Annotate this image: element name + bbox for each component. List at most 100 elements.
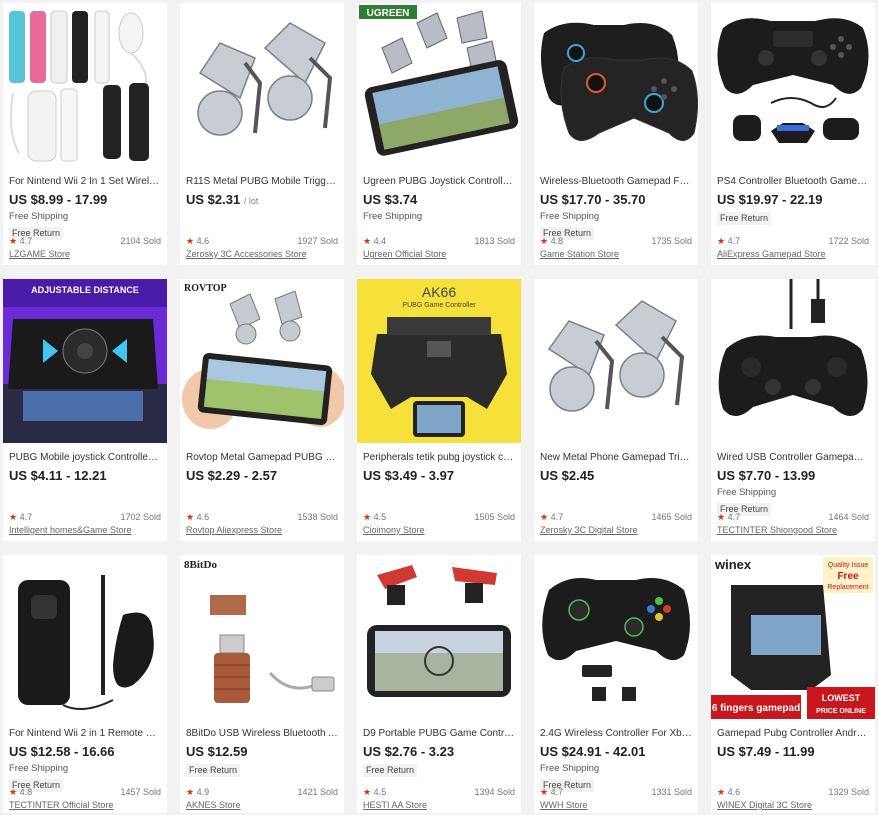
sold-count: 1735 Sold [651, 236, 692, 246]
product-card[interactable]: 8BitDo 8BitDo USB Wireless Bluetooth Ada… [180, 555, 344, 813]
product-title[interactable]: For Nintend Wii 2 in 1 Remote Game Contr… [9, 727, 161, 740]
rating-row: ★ 4.7 1465 Sold [540, 512, 692, 523]
rating-row: ★ 4.7 1331 Sold [540, 787, 692, 798]
store-link[interactable]: AKNES Store [186, 800, 338, 810]
rating-row: ★ 4.5 1394 Sold [363, 787, 515, 798]
product-title[interactable]: Wired USB Controller Gamepad For PC [717, 451, 869, 464]
product-title[interactable]: Peripherals tetik pubg joystick controll… [363, 451, 515, 464]
store-link[interactable]: HESTI AA Store [363, 800, 515, 810]
svg-text:6 fingers gamepad: 6 fingers gamepad [712, 703, 800, 714]
product-card[interactable]: AK66 PUBG Game Controller Peripherals te… [357, 279, 521, 541]
store-link[interactable]: LZGAME Store [9, 249, 161, 259]
product-card[interactable]: R11S Metal PUBG Mobile Trigger Game Cont… [180, 3, 344, 265]
rating-row: ★ 4.7 1464 Sold [717, 512, 869, 523]
product-title[interactable]: 2.4G Wireless Controller For Xbox One [540, 727, 692, 740]
rating-value: 4.7 [19, 236, 33, 246]
store-link[interactable]: AliExpress Gamepad Store [717, 249, 869, 259]
sold-count: 1421 Sold [297, 787, 338, 797]
store-link[interactable]: Zerosky 3C Digital Store [540, 525, 692, 535]
rating-value: 4.5 [373, 512, 387, 522]
rating-value: 4.8 [19, 787, 33, 797]
product-title[interactable]: Rovtop Metal Gamepad PUBG Mobile Trigger [186, 451, 338, 464]
winex-logo: winex [714, 557, 752, 572]
rating-value: 4.7 [727, 512, 741, 522]
product-title[interactable]: 8BitDo USB Wireless Bluetooth Adapter [186, 727, 338, 740]
product-card[interactable]: New Metal Phone Gamepad Trigger PUBG US … [534, 279, 698, 541]
free-return-badge: Free Return [363, 764, 418, 777]
product-card[interactable]: For Nintend Wii 2 in 1 Remote Game Contr… [3, 555, 167, 813]
product-price: US $3.74 [363, 192, 418, 207]
store-link[interactable]: WWH Store [540, 800, 692, 810]
product-card[interactable]: ADJUSTABLE DISTANCE PUBG Mobile joystick… [3, 279, 167, 541]
star-icon: ★ [363, 236, 372, 246]
product-card[interactable]: 2.4G Wireless Controller For Xbox One US… [534, 555, 698, 813]
store-link[interactable]: Zerosky 3C Accessories Store [186, 249, 338, 259]
product-card[interactable]: Wireless-Bluetooth Gamepad For Switch Pr… [534, 3, 698, 265]
8bitdo-logo: 8BitDo [184, 559, 218, 571]
product-title[interactable]: PUBG Mobile joystick Controller Trigger … [9, 451, 161, 464]
product-image[interactable]: ADJUSTABLE DISTANCE [3, 279, 167, 443]
product-image[interactable] [534, 279, 698, 443]
store-link[interactable]: Game Station Store [540, 249, 692, 259]
product-card[interactable]: UGREEN Ugreen PUBG Joystick Controller T… [357, 3, 521, 265]
rating-row: ★ 4.7 1722 Sold [717, 236, 869, 247]
product-price: US $7.49 - 11.99 [717, 744, 815, 759]
sold-count: 1457 Sold [120, 787, 161, 797]
product-image[interactable] [711, 3, 875, 167]
rating-row: ★ 4.9 1421 Sold [186, 787, 338, 798]
product-image[interactable]: 8BitDo [180, 555, 344, 719]
shipping-label: Free Shipping [717, 487, 777, 498]
product-image[interactable] [3, 3, 167, 167]
product-card[interactable]: ROVTOP Rovtop Metal Gamepad PUBG Mobile … [180, 279, 344, 541]
store-link[interactable]: Cioimony Store [363, 525, 515, 535]
product-price: US $7.70 - 13.99 [717, 468, 816, 483]
product-title[interactable]: For Nintend Wii 2 In 1 Set Wireless Remo… [9, 175, 161, 188]
product-title[interactable]: R11S Metal PUBG Mobile Trigger Game Cont… [186, 175, 338, 188]
free-return-badge: Free Return [717, 212, 772, 225]
product-card[interactable]: PS4 Controller Bluetooth Gamepad For PS4… [711, 3, 875, 265]
product-price: US $2.31 / lot [186, 192, 259, 207]
store-link[interactable]: TECTINTER Shiongood Store [717, 525, 869, 535]
product-image[interactable] [534, 3, 698, 167]
product-image[interactable]: winex Quality Issue Free Replacement 6 f… [711, 555, 875, 719]
rating-value: 4.7 [727, 236, 741, 246]
product-price: US $24.91 - 42.01 [540, 744, 646, 759]
product-image[interactable]: AK66 PUBG Game Controller [357, 279, 521, 443]
product-title[interactable]: Gamepad Pubg Controller Android Trigger [717, 727, 869, 740]
store-link[interactable]: Ugreen Official Store [363, 249, 515, 259]
product-price: US $19.97 - 22.19 [717, 192, 823, 207]
product-title[interactable]: New Metal Phone Gamepad Trigger PUBG [540, 451, 692, 464]
product-title[interactable]: Ugreen PUBG Joystick Controller Trigger [363, 175, 515, 188]
product-image[interactable] [357, 555, 521, 719]
star-icon: ★ [9, 787, 18, 797]
product-image[interactable]: ROVTOP [180, 279, 344, 443]
product-price: US $12.58 - 16.66 [9, 744, 115, 759]
product-image[interactable] [180, 3, 344, 167]
shipping-label [186, 211, 338, 223]
product-price: US $3.49 - 3.97 [363, 468, 455, 483]
rating-row: ★ 4.7 1702 Sold [9, 512, 161, 523]
sold-count: 2104 Sold [120, 236, 161, 246]
product-card[interactable]: For Nintend Wii 2 In 1 Set Wireless Remo… [3, 3, 167, 265]
product-image[interactable] [711, 279, 875, 443]
rating-row: ★ 4.8 1457 Sold [9, 787, 161, 798]
store-link[interactable]: Intelligent homes&Game Store [9, 525, 161, 535]
shipping-label: Free Shipping [9, 763, 69, 774]
product-price: US $2.76 - 3.23 [363, 744, 455, 759]
product-title[interactable]: Wireless-Bluetooth Gamepad For Switch Pr… [540, 175, 692, 188]
product-card[interactable]: Wired USB Controller Gamepad For PC US $… [711, 279, 875, 541]
rating-value: 4.4 [373, 236, 387, 246]
rating-value: 4.7 [550, 512, 564, 522]
store-link[interactable]: Rovtop Aliexpress Store [186, 525, 338, 535]
product-card[interactable]: D9 Portable PUBG Game Controller Trigger… [357, 555, 521, 813]
product-image[interactable] [534, 555, 698, 719]
store-link[interactable]: WINEX Digital 3C Store [717, 800, 869, 810]
star-icon: ★ [186, 236, 195, 246]
product-image[interactable]: UGREEN [357, 3, 521, 167]
store-link[interactable]: TECTINTER Official Store [9, 800, 161, 810]
rating-row: ★ 4.4 1813 Sold [363, 236, 515, 247]
product-title[interactable]: D9 Portable PUBG Game Controller Trigger [363, 727, 515, 740]
product-title[interactable]: PS4 Controller Bluetooth Gamepad For PS4 [717, 175, 869, 188]
product-card[interactable]: winex Quality Issue Free Replacement 6 f… [711, 555, 875, 813]
product-image[interactable] [3, 555, 167, 719]
